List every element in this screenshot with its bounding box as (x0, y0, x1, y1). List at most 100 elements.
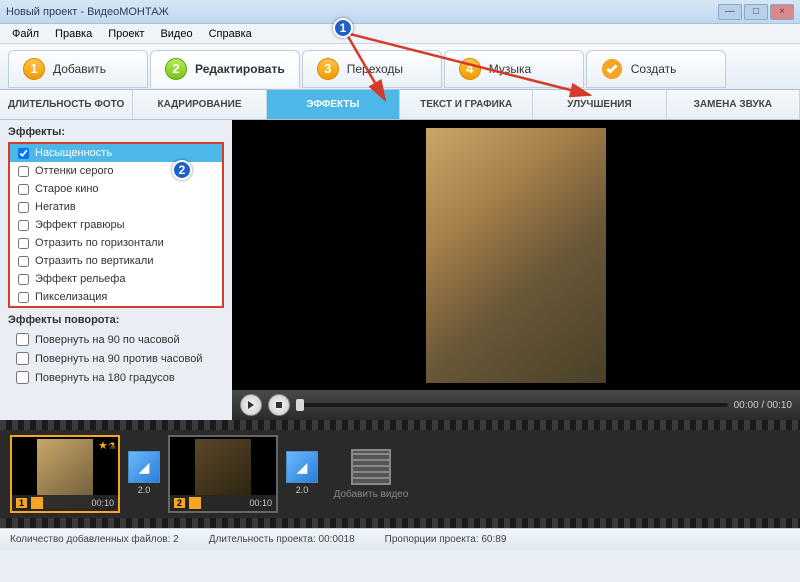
timeline-body[interactable]: ★⚗ 1 00:10 ◢ 2.0 2 00:10 ◢ 2.0 (0, 430, 800, 518)
effect-item-pixelate[interactable]: Пикселизация (10, 288, 222, 306)
film-strip-top (0, 420, 800, 430)
tab-edit[interactable]: 2 Редактировать (150, 50, 300, 88)
content-area: Эффекты: Насыщенность Оттенки серого Ста… (0, 120, 800, 420)
tab-create-label: Создать (631, 62, 677, 76)
transition-1-dur: 2.0 (138, 485, 151, 495)
play-button[interactable] (240, 394, 262, 416)
effect-item-negative[interactable]: Негатив (10, 198, 222, 216)
step-4-icon: 4 (459, 58, 481, 80)
subtab-text[interactable]: ТЕКСТ И ГРАФИКА (400, 90, 533, 119)
effect-item-grayscale[interactable]: Оттенки серого (10, 162, 222, 180)
menu-help[interactable]: Справка (201, 26, 260, 42)
preview-panel: 00:00 / 00:10 (232, 120, 800, 420)
clip-1-info: 1 00:10 (12, 495, 118, 511)
subtab-effects[interactable]: ЭФФЕКТЫ (267, 90, 400, 119)
stop-button[interactable] (268, 394, 290, 416)
preview-photo (426, 128, 606, 383)
status-duration: Длительность проекта: 00:0018 (209, 534, 355, 545)
rotation-list: Повернуть на 90 по часовой Повернуть на … (8, 330, 224, 387)
subtab-enhance[interactable]: УЛУЧШЕНИЯ (533, 90, 666, 119)
subtab-audio[interactable]: ЗАМЕНА ЗВУКА (667, 90, 800, 119)
tab-transitions[interactable]: 3 Переходы (302, 50, 442, 88)
status-bar: Количество добавленных файлов: 2 Длитель… (0, 528, 800, 550)
tab-edit-label: Редактировать (195, 62, 285, 76)
clip-1[interactable]: ★⚗ 1 00:10 (10, 435, 120, 513)
rotation-checkbox[interactable] (16, 333, 29, 346)
effects-list[interactable]: Насыщенность Оттенки серого Старое кино … (10, 144, 222, 306)
status-aspect: Пропорции проекта: 60:89 (385, 534, 507, 545)
clip-1-duration: 00:10 (91, 498, 114, 508)
pencil-icon[interactable] (31, 497, 43, 509)
rotate-90-cw[interactable]: Повернуть на 90 по часовой (8, 330, 224, 349)
menu-video[interactable]: Видео (152, 26, 200, 42)
clip-2-duration: 00:10 (249, 498, 272, 508)
tab-add-label: Добавить (53, 62, 106, 76)
checkmark-icon (601, 58, 623, 80)
transition-icon: ◢ (128, 451, 160, 483)
clip-2-info: 2 00:10 (170, 495, 276, 511)
tab-create[interactable]: Создать (586, 50, 726, 88)
effect-checkbox[interactable] (18, 292, 29, 303)
seek-slider[interactable] (296, 403, 728, 407)
title-bar: Новый проект - ВидеоМОНТАЖ — □ × (0, 0, 800, 24)
clip-1-num: 1 (16, 498, 27, 508)
tab-music-label: Музыка (489, 62, 531, 76)
effect-checkbox[interactable] (18, 256, 29, 267)
effect-item-flip-h[interactable]: Отразить по горизонтали (10, 234, 222, 252)
effects-list-box: Насыщенность Оттенки серого Старое кино … (8, 142, 224, 308)
close-button[interactable]: × (770, 4, 794, 20)
clip-star-icon: ★⚗ (98, 439, 116, 452)
tab-add[interactable]: 1 Добавить (8, 50, 148, 88)
time-display: 00:00 / 00:10 (734, 400, 792, 411)
clip-2[interactable]: 2 00:10 (168, 435, 278, 513)
tab-transitions-label: Переходы (347, 62, 403, 76)
add-video-label: Добавить видео (334, 489, 409, 500)
effects-sidebar: Эффекты: Насыщенность Оттенки серого Ста… (0, 120, 232, 420)
rotation-checkbox[interactable] (16, 352, 29, 365)
menu-edit[interactable]: Правка (47, 26, 100, 42)
effect-checkbox[interactable] (18, 166, 29, 177)
effect-checkbox[interactable] (18, 274, 29, 285)
transition-icon: ◢ (286, 451, 318, 483)
pencil-icon[interactable] (189, 497, 201, 509)
effect-checkbox[interactable] (18, 220, 29, 231)
add-video-button[interactable]: Добавить видео (326, 435, 416, 513)
seek-knob[interactable] (296, 399, 304, 411)
minimize-button[interactable]: — (718, 4, 742, 20)
film-strip-bottom (0, 518, 800, 528)
step-2-icon: 2 (165, 58, 187, 80)
menu-bar: Файл Правка Проект Видео Справка (0, 24, 800, 44)
rotation-title: Эффекты поворота: (8, 314, 224, 326)
effect-checkbox[interactable] (18, 148, 29, 159)
effect-item-flip-v[interactable]: Отразить по вертикали (10, 252, 222, 270)
effect-item-old-film[interactable]: Старое кино (10, 180, 222, 198)
transition-1[interactable]: ◢ 2.0 (126, 451, 162, 497)
menu-project[interactable]: Проект (100, 26, 152, 42)
subtab-crop[interactable]: КАДРИРОВАНИЕ (133, 90, 266, 119)
maximize-button[interactable]: □ (744, 4, 768, 20)
rotation-checkbox[interactable] (16, 371, 29, 384)
transition-2[interactable]: ◢ 2.0 (284, 451, 320, 497)
menu-file[interactable]: Файл (4, 26, 47, 42)
clip-2-num: 2 (174, 498, 185, 508)
effect-item-saturation[interactable]: Насыщенность (10, 144, 222, 162)
main-tabs: 1 Добавить 2 Редактировать 3 Переходы 4 … (0, 44, 800, 90)
timeline: ★⚗ 1 00:10 ◢ 2.0 2 00:10 ◢ 2.0 (0, 420, 800, 528)
step-3-icon: 3 (317, 58, 339, 80)
subtab-duration[interactable]: ДЛИТЕЛЬНОСТЬ ФОТО (0, 90, 133, 119)
player-controls: 00:00 / 00:10 (232, 390, 800, 420)
window-title: Новый проект - ВидеоМОНТАЖ (6, 6, 169, 18)
sub-tabs: ДЛИТЕЛЬНОСТЬ ФОТО КАДРИРОВАНИЕ ЭФФЕКТЫ Т… (0, 90, 800, 120)
film-reel-icon (351, 449, 391, 485)
rotate-180[interactable]: Повернуть на 180 градусов (8, 368, 224, 387)
tab-music[interactable]: 4 Музыка (444, 50, 584, 88)
effect-checkbox[interactable] (18, 202, 29, 213)
effect-checkbox[interactable] (18, 184, 29, 195)
rotate-90-ccw[interactable]: Повернуть на 90 против часовой (8, 349, 224, 368)
transition-2-dur: 2.0 (296, 485, 309, 495)
effect-item-relief[interactable]: Эффект рельефа (10, 270, 222, 288)
effect-checkbox[interactable] (18, 238, 29, 249)
step-1-icon: 1 (23, 58, 45, 80)
effect-item-engraving[interactable]: Эффект гравюры (10, 216, 222, 234)
effects-title: Эффекты: (8, 126, 224, 138)
